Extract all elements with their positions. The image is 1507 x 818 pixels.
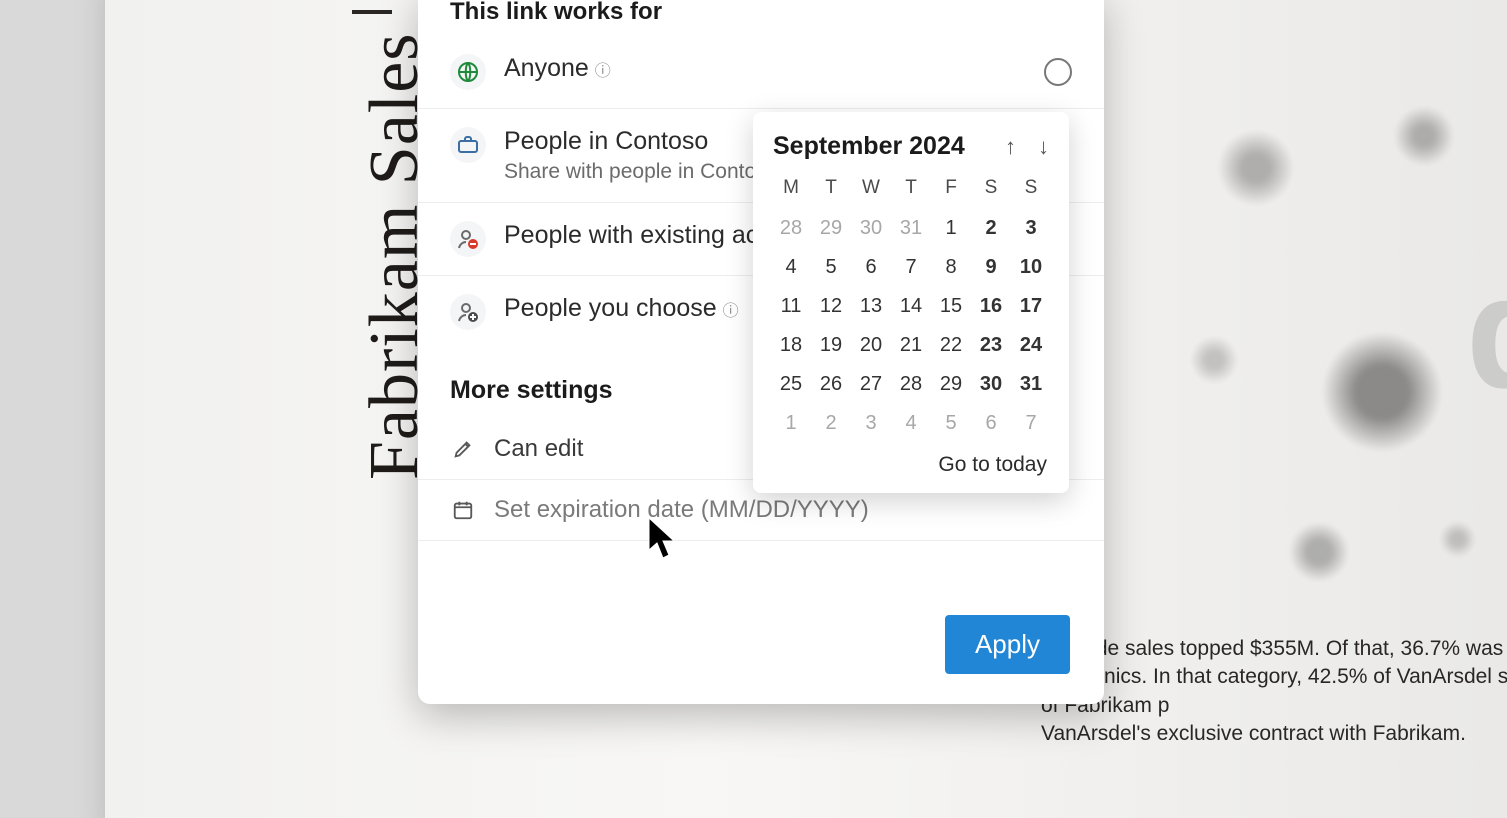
person-blocked-icon (450, 221, 486, 257)
info-icon: ⓘ (723, 303, 739, 320)
calendar-day-of-week: F (931, 171, 971, 209)
brand-watermark: del (1466, 240, 1507, 424)
option-anyone[interactable]: Anyoneⓘ (418, 36, 1104, 109)
body-line: VanArsdel's exclusive contract with Fabr… (1041, 720, 1507, 748)
calendar-day-of-week: T (891, 171, 931, 209)
calendar-day[interactable]: 6 (851, 248, 891, 287)
calendar-day[interactable]: 2 (971, 209, 1011, 248)
calendar-day[interactable]: 25 (771, 365, 811, 404)
decorative-splatter (1130, 40, 1507, 680)
calendar-day[interactable]: 22 (931, 326, 971, 365)
calendar-day[interactable]: 4 (891, 404, 931, 443)
calendar-day[interactable]: 28 (771, 209, 811, 248)
calendar-day[interactable]: 3 (851, 404, 891, 443)
calendar-day[interactable]: 23 (971, 326, 1011, 365)
heading-rule (352, 10, 392, 14)
calendar-day[interactable]: 13 (851, 287, 891, 326)
calendar-day[interactable]: 3 (1011, 209, 1051, 248)
calendar-day[interactable]: 26 (811, 365, 851, 404)
calendar-day[interactable]: 27 (851, 365, 891, 404)
calendar-day[interactable]: 19 (811, 326, 851, 365)
option-label: People you chooseⓘ (504, 294, 739, 323)
calendar-icon (450, 497, 476, 523)
date-picker-popover: September 2024 ↑ ↓ MTWTFSS28293031123456… (753, 112, 1069, 493)
calendar-day[interactable]: 28 (891, 365, 931, 404)
apply-button[interactable]: Apply (945, 615, 1070, 674)
calendar-day-of-week: S (971, 171, 1011, 209)
body-line: electronics. In that category, 42.5% of … (1041, 663, 1507, 720)
calendar-day[interactable]: 4 (771, 248, 811, 287)
calendar-day[interactable]: 24 (1011, 326, 1051, 365)
next-month-button[interactable]: ↓ (1038, 134, 1049, 160)
calendar-day[interactable]: 17 (1011, 287, 1051, 326)
calendar-day-of-week: S (1011, 171, 1051, 209)
calendar-day[interactable]: 7 (891, 248, 931, 287)
calendar-day[interactable]: 12 (811, 287, 851, 326)
radio-unchecked[interactable] (1044, 58, 1072, 86)
calendar-month-label[interactable]: September 2024 (773, 132, 965, 161)
calendar-day[interactable]: 2 (811, 404, 851, 443)
calendar-day[interactable]: 1 (931, 209, 971, 248)
calendar-day[interactable]: 16 (971, 287, 1011, 326)
go-to-today-button[interactable]: Go to today (771, 443, 1051, 479)
prev-month-button[interactable]: ↑ (1005, 134, 1016, 160)
calendar-day[interactable]: 1 (771, 404, 811, 443)
calendar-day[interactable]: 29 (931, 365, 971, 404)
calendar-day[interactable]: 20 (851, 326, 891, 365)
calendar-day[interactable]: 5 (931, 404, 971, 443)
calendar-day[interactable]: 5 (811, 248, 851, 287)
calendar-day[interactable]: 30 (971, 365, 1011, 404)
calendar-day-of-week: M (771, 171, 811, 209)
document-body-text: orldwide sales topped $355M. Of that, 36… (1041, 635, 1507, 748)
calendar-day[interactable]: 15 (931, 287, 971, 326)
calendar-day[interactable]: 7 (1011, 404, 1051, 443)
calendar-day-of-week: W (851, 171, 891, 209)
calendar-day[interactable]: 18 (771, 326, 811, 365)
body-line: orldwide sales topped $355M. Of that, 36… (1041, 635, 1507, 663)
globe-icon (450, 54, 486, 90)
calendar-day[interactable]: 31 (891, 209, 931, 248)
calendar-day[interactable]: 10 (1011, 248, 1051, 287)
briefcase-icon (450, 127, 486, 163)
calendar-day[interactable]: 11 (771, 287, 811, 326)
calendar-day[interactable]: 6 (971, 404, 1011, 443)
calendar-day[interactable]: 14 (891, 287, 931, 326)
pencil-icon (450, 436, 476, 462)
calendar-day[interactable]: 30 (851, 209, 891, 248)
expiration-placeholder: Set expiration date (MM/DD/YYYY) (494, 496, 869, 524)
calendar-day[interactable]: 8 (931, 248, 971, 287)
calendar-day[interactable]: 21 (891, 326, 931, 365)
info-icon: ⓘ (595, 63, 611, 80)
calendar-day[interactable]: 9 (971, 248, 1011, 287)
option-label: Anyoneⓘ (504, 54, 611, 83)
person-add-icon (450, 294, 486, 330)
link-scope-title: This link works for (418, 0, 1104, 36)
calendar-day[interactable]: 29 (811, 209, 851, 248)
calendar-grid: MTWTFSS282930311234567891011121314151617… (771, 171, 1051, 443)
calendar-day[interactable]: 31 (1011, 365, 1051, 404)
permission-label: Can edit (494, 435, 583, 463)
calendar-day-of-week: T (811, 171, 851, 209)
